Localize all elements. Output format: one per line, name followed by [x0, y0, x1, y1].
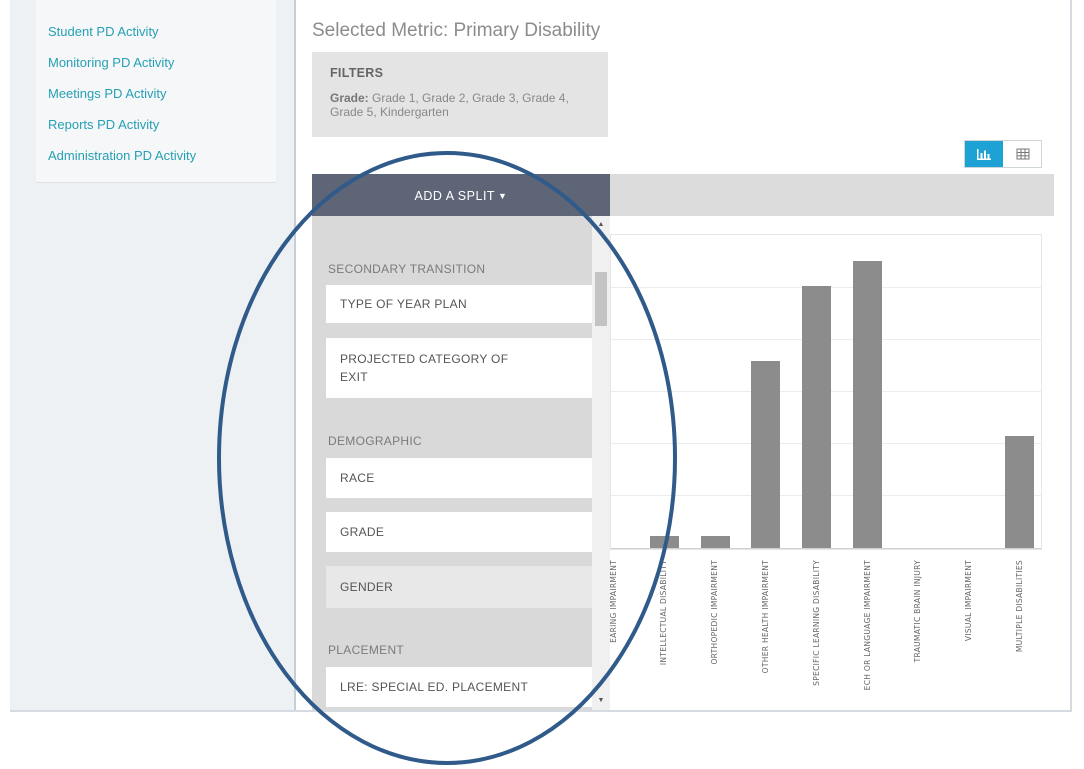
chart-x-tick-label: SPECIFIC LEARNING DISABILITY	[811, 560, 821, 686]
sidebar-nav: Student PD Activity Monitoring PD Activi…	[36, 0, 276, 183]
chart-x-tick-label: ORTHOPEDIC IMPAIRMENT	[710, 560, 720, 665]
chart-x-tick-label: ECH OR LANGUAGE IMPAIRMENT	[862, 560, 872, 691]
dropdown-item-type-of-year-plan[interactable]: TYPE OF YEAR PLAN	[326, 285, 592, 323]
caret-down-icon: ▼	[498, 191, 508, 201]
content-right-border	[1070, 0, 1072, 712]
chart-bar	[751, 360, 781, 548]
chart-x-tick-label: VISUAL IMPAIRMENT	[964, 560, 974, 642]
dropdown-item-gender[interactable]: GENDER	[326, 566, 592, 608]
page-title: Selected Metric: Primary Disability	[312, 20, 601, 41]
chart-view-button[interactable]	[965, 141, 1003, 167]
bar-chart-icon	[977, 149, 991, 160]
chart-x-tick-label: INTELLECTUAL DISABILITY	[659, 560, 669, 666]
sidebar-link-monitoring-pd[interactable]: Monitoring PD Activity	[48, 55, 174, 70]
chart-x-tick-label: TRAUMATIC BRAIN INJURY	[913, 560, 923, 663]
dropdown-item-race[interactable]: RACE	[326, 458, 592, 498]
dropdown-item-projected-category-of-exit[interactable]: PROJECTED CATEGORY OF EXIT	[326, 338, 592, 398]
scroll-up-arrow-icon[interactable]: ▲	[592, 218, 610, 232]
chart-x-tick-label: OTHER HEALTH IMPAIRMENT	[760, 560, 770, 674]
chart-bar	[700, 535, 730, 548]
scroll-down-arrow-icon[interactable]: ▼	[592, 694, 610, 708]
dropdown-section-demographic: DEMOGRAPHIC	[328, 434, 422, 448]
add-split-button[interactable]: ADD A SPLIT ▼	[312, 174, 610, 216]
chart-bar	[853, 260, 882, 548]
sidebar-link-administration-pd[interactable]: Administration PD Activity	[48, 148, 196, 163]
filters-panel: FILTERS Grade: Grade 1, Grade 2, Grade 3…	[312, 52, 608, 137]
chart-bar	[1005, 435, 1035, 548]
dropdown-item-grade[interactable]: GRADE	[326, 512, 592, 552]
dropdown-section-secondary-transition: SECONDARY TRANSITION	[328, 262, 486, 276]
sidebar-link-student-pd[interactable]: Student PD Activity	[48, 24, 159, 39]
content-bottom-border	[10, 710, 1072, 712]
sidebar: Student PD Activity Monitoring PD Activi…	[10, 0, 296, 712]
add-split-label: ADD A SPLIT	[414, 189, 496, 203]
dropdown-item-lre-special-ed-placement[interactable]: LRE: SPECIAL ED. PLACEMENT	[326, 667, 592, 707]
chart-x-tick-label: MULTIPLE DISABILITIES	[1014, 560, 1024, 653]
filters-grade-label: Grade:	[330, 91, 369, 105]
dropdown-scrollbar[interactable]: ▲ ▼	[592, 216, 610, 710]
table-view-button[interactable]	[1004, 141, 1042, 167]
chart-bar	[649, 535, 679, 548]
grid-line	[611, 548, 1041, 549]
dropdown-section-placement: PLACEMENT	[328, 643, 405, 657]
chart-bar	[802, 285, 832, 548]
sidebar-link-reports-pd[interactable]: Reports PD Activity	[48, 117, 159, 132]
scrollbar-thumb[interactable]	[595, 272, 607, 326]
filters-grade: Grade: Grade 1, Grade 2, Grade 3, Grade …	[330, 91, 596, 119]
view-toggle	[964, 140, 1042, 168]
table-grid-icon	[1016, 148, 1030, 160]
sidebar-link-meetings-pd[interactable]: Meetings PD Activity	[48, 86, 167, 101]
split-dropdown-menu: SECONDARY TRANSITION TYPE OF YEAR PLAN P…	[312, 216, 610, 710]
filters-title: FILTERS	[330, 66, 384, 80]
